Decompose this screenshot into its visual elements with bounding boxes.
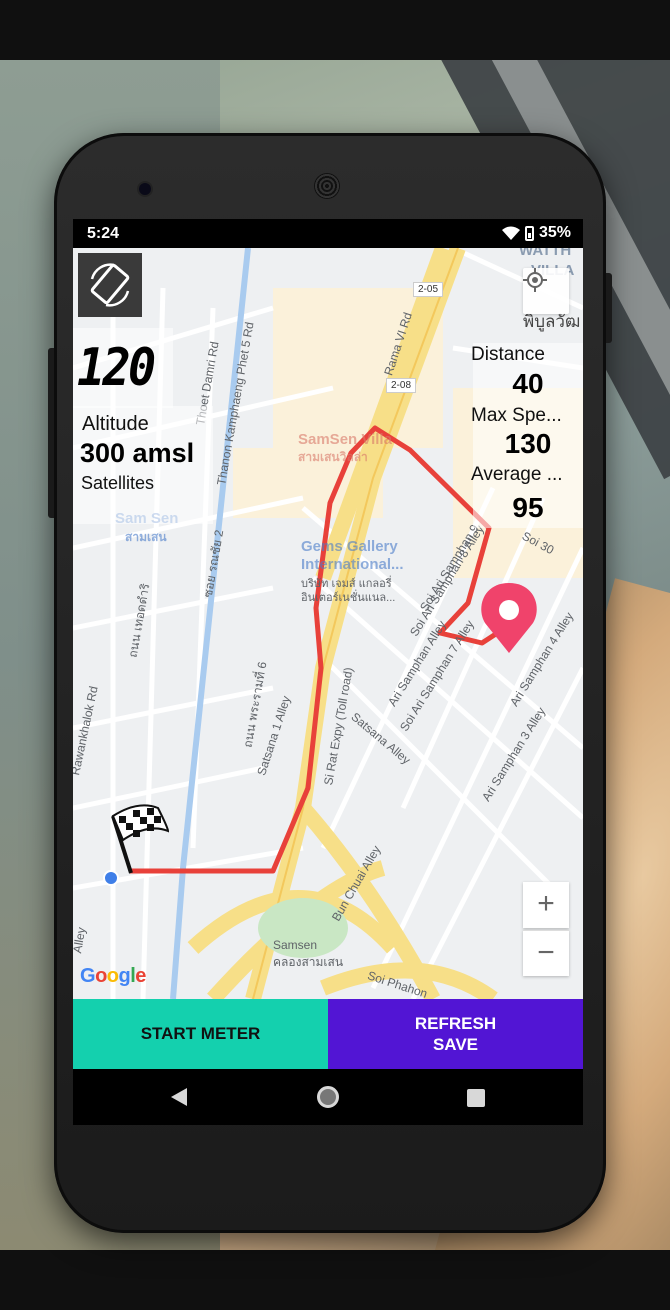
speed-value: 120 [77,338,156,398]
status-time: 5:24 [87,225,120,242]
front-camera [139,183,151,195]
wifi-icon [501,226,520,240]
map-view[interactable]: 2-05 2-08 Thoet Damri Rd Thanon Kamphaen… [73,248,583,999]
rotate-screen-button[interactable] [78,253,142,317]
screen-rotation-icon [90,263,130,307]
satellites-label: Satellites [81,473,155,493]
poi-label: International... [301,556,404,573]
recent-apps-icon[interactable] [467,1089,485,1107]
save-label: SAVE [432,1035,479,1054]
battery-icon [524,225,534,241]
earpiece-speaker [314,173,340,199]
back-icon[interactable] [171,1088,187,1106]
poi-label: สามเสนวิลล่า [298,450,368,464]
poi-label: อินเตอร์เนชั่นแนล... [301,592,396,604]
volume-button [48,348,54,518]
my-location-icon [523,268,547,292]
refresh-save-button[interactable]: REFRESH SAVE [328,999,583,1069]
map-area-label: WATTH [519,248,572,259]
max-speed-label: Max Spe... [471,405,562,426]
my-location-button[interactable] [523,268,569,314]
status-bar: 5:24 35% [73,219,583,248]
start-meter-label: START METER [140,1024,261,1043]
road-label: Samsen [273,938,318,952]
android-nav-bar [73,1069,583,1125]
route-shield: 2-05 [413,282,444,297]
phone-screen: 5:24 35% 2-05 2-08 Thoet Damri Rd Thanon… [73,219,583,1125]
altitude-value: 300 amsl [80,438,195,468]
home-icon[interactable] [317,1086,339,1108]
zoom-in-button[interactable]: + [523,882,569,928]
battery-percent: 35% [538,224,571,241]
poi-label: สามเสน [125,530,167,544]
max-speed-value: 130 [504,428,552,459]
poi-label: SamSen Villa [298,431,392,448]
google-logo: Google [80,965,146,987]
distance-label: Distance [471,344,545,365]
start-meter-button[interactable]: START METER [73,999,328,1069]
average-speed-value: 95 [512,492,544,523]
route-shield: 2-08 [386,378,417,393]
road-label: คลองสามเสน [273,955,344,969]
distance-value: 40 [512,368,544,399]
power-button [606,273,612,343]
refresh-label: REFRESH [414,1014,497,1033]
altitude-label: Altitude [82,413,149,435]
average-speed-label: Average ... [471,464,563,485]
poi-label: Gems Gallery [301,538,398,555]
zoom-out-button[interactable]: − [523,930,569,976]
